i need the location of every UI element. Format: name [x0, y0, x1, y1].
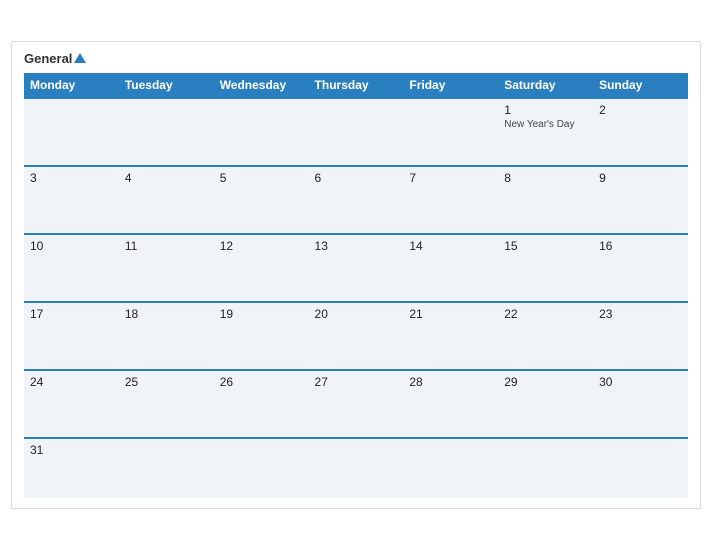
calendar-cell: 12 — [214, 234, 309, 302]
calendar-table: MondayTuesdayWednesdayThursdayFridaySatu… — [24, 73, 688, 498]
calendar-cell: 6 — [309, 166, 404, 234]
weekday-header-friday: Friday — [403, 73, 498, 98]
calendar-cell: 27 — [309, 370, 404, 438]
calendar-cell: 4 — [119, 166, 214, 234]
calendar-cell: 8 — [498, 166, 593, 234]
day-number: 6 — [315, 171, 398, 185]
day-number: 8 — [504, 171, 587, 185]
day-number: 4 — [125, 171, 208, 185]
calendar-cell: 16 — [593, 234, 688, 302]
day-number: 28 — [409, 375, 492, 389]
week-row-3: 10 11 12 13 14 15 16 — [24, 234, 688, 302]
calendar-cell — [214, 438, 309, 498]
logo: General — [24, 52, 86, 66]
day-number: 30 — [599, 375, 682, 389]
calendar-cell: 15 — [498, 234, 593, 302]
calendar-cell: 30 — [593, 370, 688, 438]
calendar-cell — [593, 438, 688, 498]
day-number: 7 — [409, 171, 492, 185]
day-number: 26 — [220, 375, 303, 389]
week-row-6: 31 — [24, 438, 688, 498]
calendar-cell: 1 New Year's Day — [498, 98, 593, 166]
day-number: 15 — [504, 239, 587, 253]
day-number: 5 — [220, 171, 303, 185]
calendar-cell: 24 — [24, 370, 119, 438]
calendar-cell: 28 — [403, 370, 498, 438]
week-row-4: 17 18 19 20 21 22 23 — [24, 302, 688, 370]
calendar-cell — [309, 438, 404, 498]
day-number: 23 — [599, 307, 682, 321]
calendar-cell — [214, 98, 309, 166]
calendar-cell: 18 — [119, 302, 214, 370]
calendar-cell: 19 — [214, 302, 309, 370]
holiday-label: New Year's Day — [504, 119, 587, 130]
day-number: 24 — [30, 375, 113, 389]
calendar-cell — [403, 98, 498, 166]
calendar-cell: 9 — [593, 166, 688, 234]
calendar-cell — [24, 98, 119, 166]
calendar-header: General — [24, 52, 688, 66]
day-number: 14 — [409, 239, 492, 253]
week-row-5: 24 25 26 27 28 29 30 — [24, 370, 688, 438]
logo-triangle-icon — [74, 53, 86, 63]
day-number: 2 — [599, 103, 682, 117]
calendar-cell — [403, 438, 498, 498]
calendar-cell: 23 — [593, 302, 688, 370]
day-number: 10 — [30, 239, 113, 253]
calendar-cell: 13 — [309, 234, 404, 302]
calendar-cell: 29 — [498, 370, 593, 438]
day-number: 3 — [30, 171, 113, 185]
day-number: 13 — [315, 239, 398, 253]
day-number: 20 — [315, 307, 398, 321]
weekday-header-thursday: Thursday — [309, 73, 404, 98]
calendar-cell: 25 — [119, 370, 214, 438]
calendar-cell — [119, 98, 214, 166]
calendar-cell — [498, 438, 593, 498]
day-number: 9 — [599, 171, 682, 185]
weekday-header-sunday: Sunday — [593, 73, 688, 98]
day-number: 17 — [30, 307, 113, 321]
calendar-wrapper: General MondayTuesdayWednesdayThursdayFr… — [11, 41, 701, 508]
calendar-cell: 21 — [403, 302, 498, 370]
week-row-2: 3456789 — [24, 166, 688, 234]
calendar-cell: 5 — [214, 166, 309, 234]
weekday-header-saturday: Saturday — [498, 73, 593, 98]
calendar-cell: 31 — [24, 438, 119, 498]
day-number: 12 — [220, 239, 303, 253]
day-number: 29 — [504, 375, 587, 389]
day-number: 1 — [504, 103, 587, 117]
calendar-cell: 17 — [24, 302, 119, 370]
calendar-cell — [309, 98, 404, 166]
day-number: 25 — [125, 375, 208, 389]
calendar-cell: 20 — [309, 302, 404, 370]
calendar-cell: 2 — [593, 98, 688, 166]
day-number: 11 — [125, 239, 208, 253]
calendar-cell: 7 — [403, 166, 498, 234]
weekday-header-row: MondayTuesdayWednesdayThursdayFridaySatu… — [24, 73, 688, 98]
weekday-header-wednesday: Wednesday — [214, 73, 309, 98]
weekday-header-monday: Monday — [24, 73, 119, 98]
calendar-cell: 10 — [24, 234, 119, 302]
day-number: 21 — [409, 307, 492, 321]
day-number: 22 — [504, 307, 587, 321]
calendar-cell: 11 — [119, 234, 214, 302]
calendar-cell: 14 — [403, 234, 498, 302]
day-number: 31 — [30, 443, 113, 457]
day-number: 19 — [220, 307, 303, 321]
day-number: 18 — [125, 307, 208, 321]
calendar-cell: 22 — [498, 302, 593, 370]
calendar-cell — [119, 438, 214, 498]
day-number: 16 — [599, 239, 682, 253]
calendar-cell: 3 — [24, 166, 119, 234]
week-row-1: 1 New Year's Day 2 — [24, 98, 688, 166]
weekday-header-tuesday: Tuesday — [119, 73, 214, 98]
day-number: 27 — [315, 375, 398, 389]
calendar-cell: 26 — [214, 370, 309, 438]
logo-general-text: General — [24, 52, 86, 66]
